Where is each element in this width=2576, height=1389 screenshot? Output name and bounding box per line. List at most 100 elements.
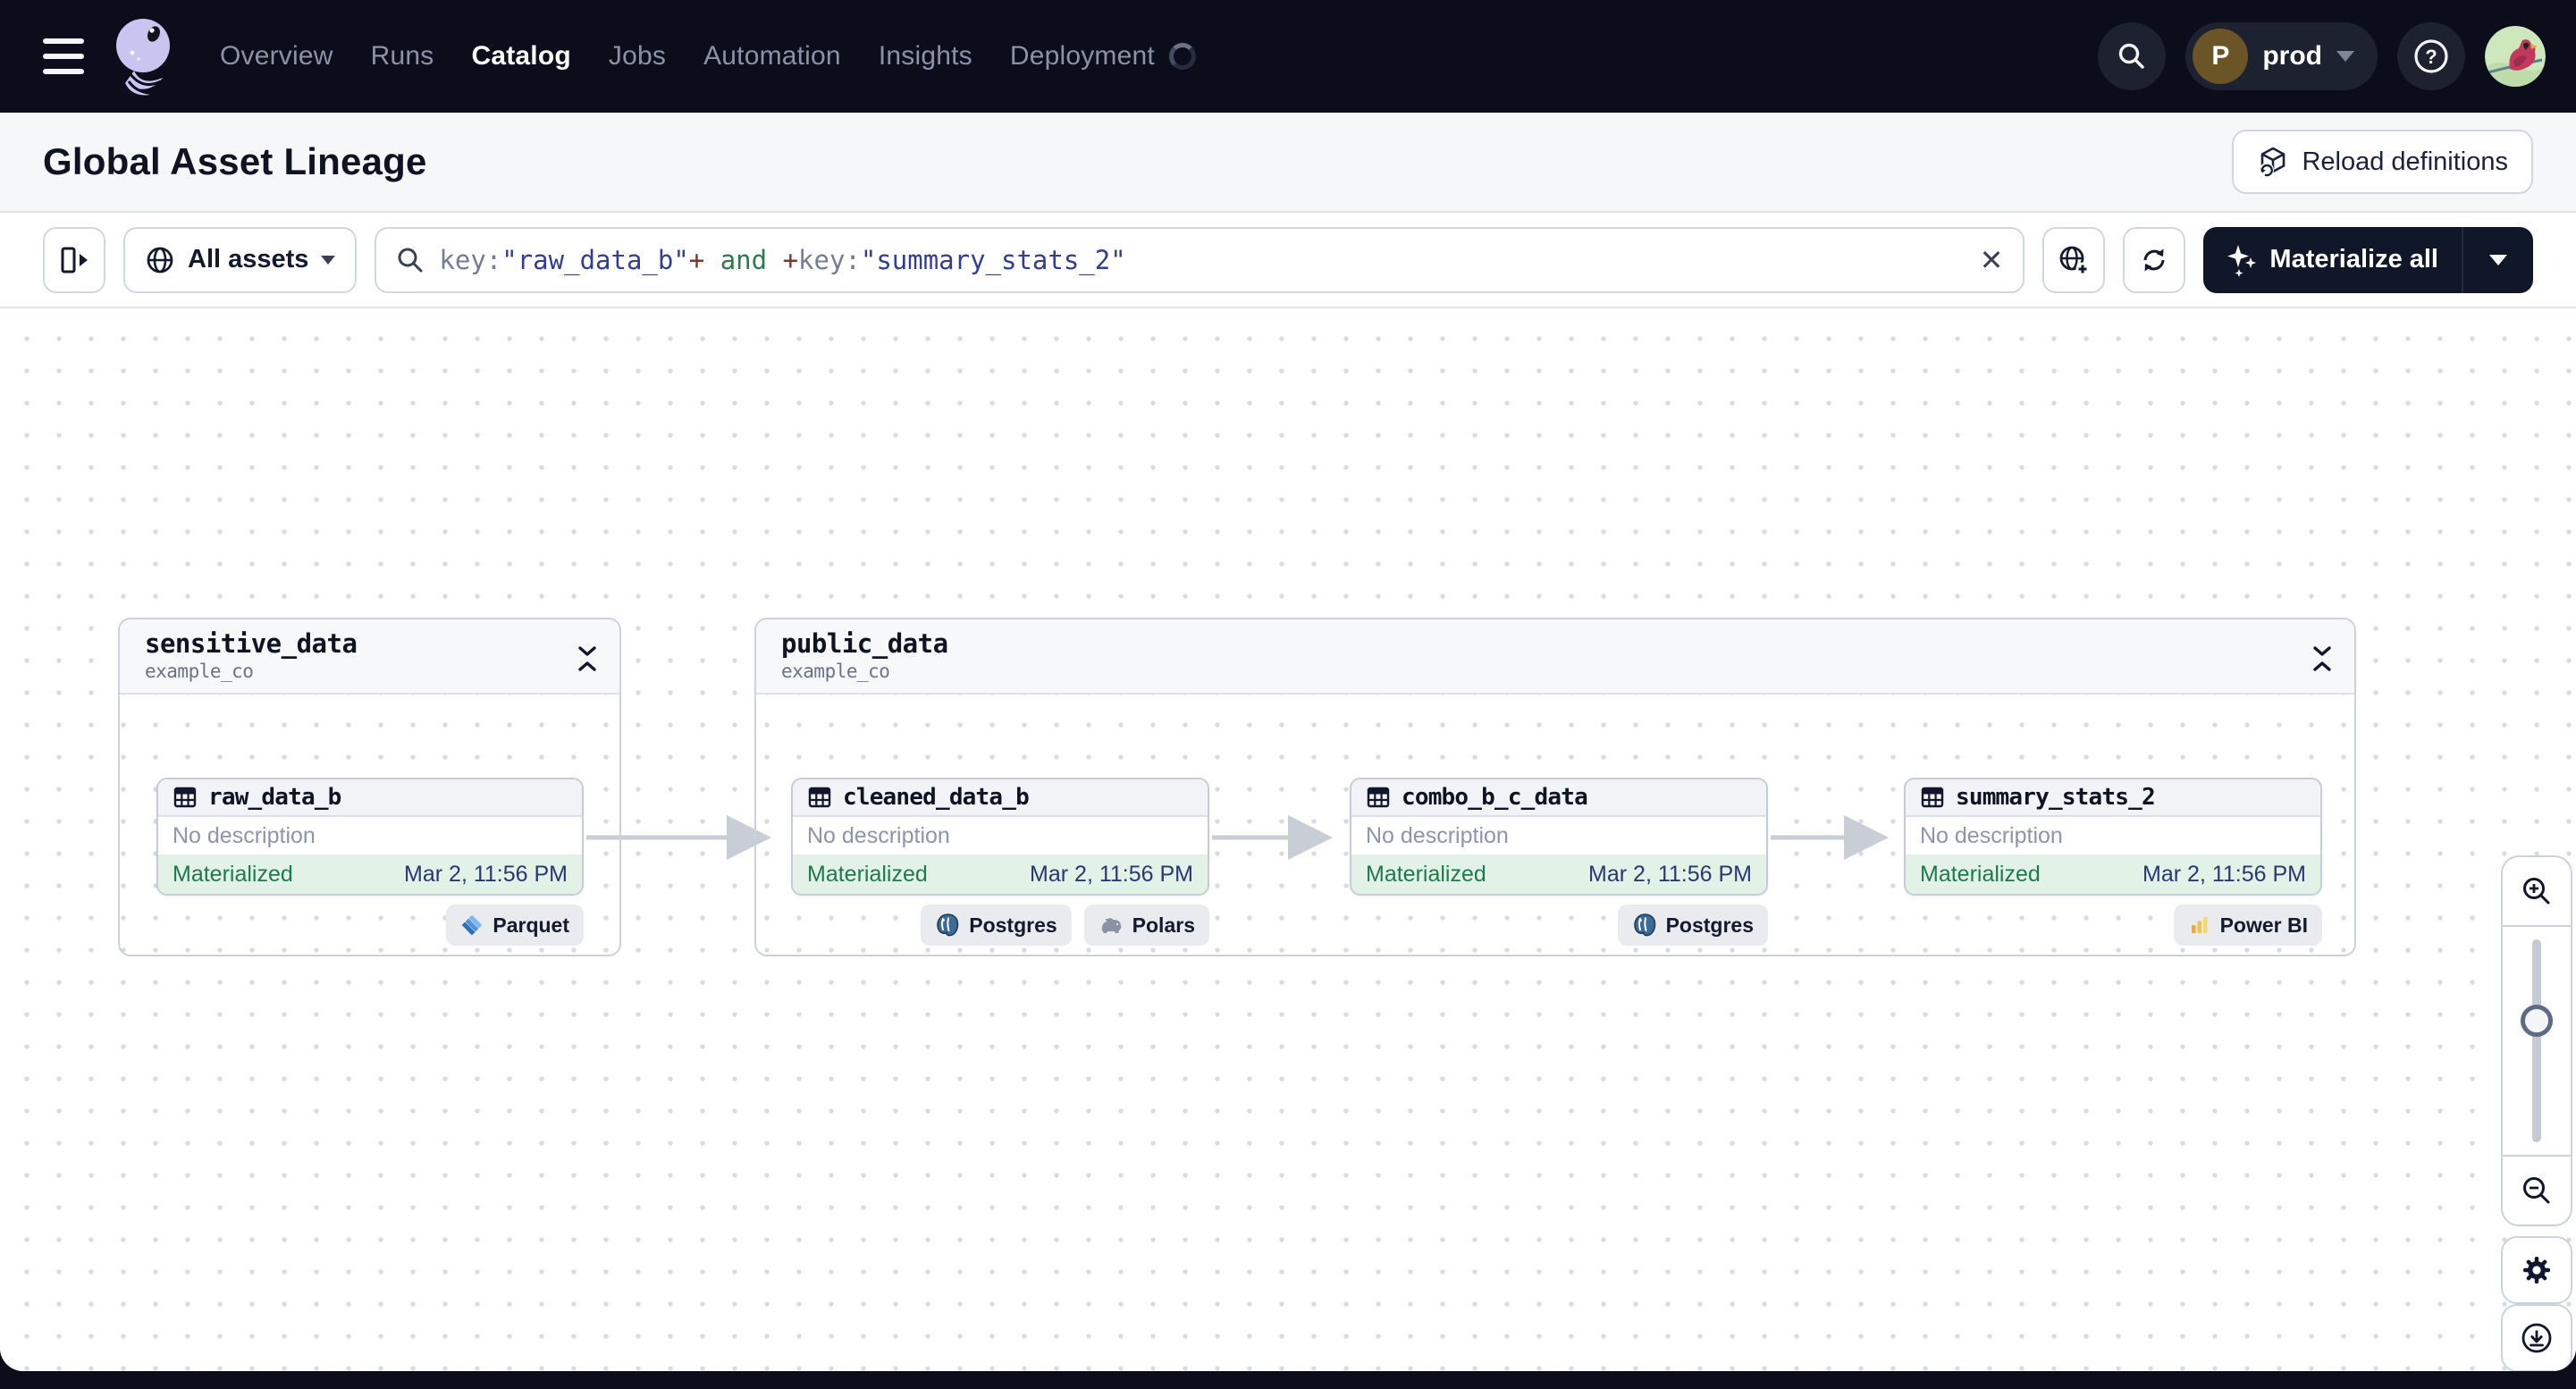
search-icon [398,248,423,272]
top-nav-bar: Overview Runs Catalog Jobs Automation In… [0,0,2576,113]
refresh-button[interactable] [2123,226,2186,293]
environment-name: prod [2262,41,2322,71]
nav-item-catalog[interactable]: Catalog [471,41,570,72]
asset-name: raw_data_b [208,784,341,811]
global-search-button[interactable] [2098,22,2167,90]
bird-avatar-image [2485,26,2546,87]
asset-node-summary-stats-2[interactable]: summary_stats_2 No description Materiali… [1904,778,2322,896]
asset-status: Materialized [807,861,928,887]
table-icon [173,787,197,808]
page-title: Global Asset Lineage [43,140,427,182]
collapse-group-icon[interactable] [571,641,603,677]
refresh-icon [2143,248,2165,271]
graph-settings-button[interactable] [2501,1236,2572,1304]
asset-node-combo-b-c-data[interactable]: combo_b_c_data No description Materializ… [1350,778,1768,896]
asset-status-bar: Materialized Mar 2, 11:56 PM [793,854,1208,894]
zoom-slider-thumb[interactable] [2521,1005,2553,1037]
zoom-out-button[interactable] [2503,1155,2571,1225]
download-icon [2521,1323,2552,1353]
reload-cube-icon [2260,147,2286,177]
asset-node-header: summary_stats_2 [1906,779,2320,817]
asset-node-raw-data-b[interactable]: raw_data_b No description Materialized M… [156,778,584,896]
user-avatar[interactable] [2485,26,2546,87]
chevron-down-icon [321,255,336,265]
nav-item-deployment[interactable]: Deployment [1010,41,1196,72]
materialize-all-button[interactable]: Materialize all [2203,226,2533,293]
postgres-icon [1633,913,1655,937]
table-icon [1921,787,1944,808]
menu-hamburger-icon[interactable] [43,38,84,74]
asset-node-header: combo_b_c_data [1351,779,1766,817]
panel-expand-icon [61,247,88,273]
tag-label: Power BI [2219,913,2308,937]
tag-parquet[interactable]: Parquet [446,905,584,946]
lineage-toolbar: All assets key:"raw_data_b"+ and +key:"s… [0,213,2576,308]
dagster-logo-icon[interactable] [107,15,177,97]
collapse-group-icon[interactable] [2306,641,2338,677]
environment-switcher[interactable]: P prod [2185,22,2378,90]
group-header: public_data example_co [756,619,2354,694]
asset-node-header: cleaned_data_b [793,779,1208,817]
open-sidebar-button[interactable] [43,226,105,293]
query-text: key:"raw_data_b"+ and +key:"summary_stat… [439,244,1126,275]
asset-search-input[interactable]: key:"raw_data_b"+ and +key:"summary_stat… [375,226,2025,293]
nav-item-insights[interactable]: Insights [879,41,972,72]
gear-icon [2523,1257,2550,1284]
materialize-options-caret[interactable] [2462,226,2533,293]
asset-name: summary_stats_2 [1956,784,2156,811]
asset-status-bar: Materialized Mar 2, 11:56 PM [158,854,582,894]
clear-search-button[interactable]: ✕ [1980,246,2004,274]
tag-power-bi[interactable]: Power BI [2173,905,2322,946]
asset-tags-raw-data-b: Parquet [446,905,584,946]
asset-description: No description [1366,823,1509,848]
zoom-slider[interactable] [2503,927,2571,1155]
loading-spinner-icon [1168,43,1196,70]
nav-item-automation[interactable]: Automation [703,41,841,72]
postgres-icon [937,913,959,937]
zoom-slider-track[interactable] [2532,939,2541,1142]
power-bi-icon [2191,917,2208,933]
asset-timestamp: Mar 2, 11:56 PM [1030,861,1193,887]
asset-node-cleaned-data-b[interactable]: cleaned_data_b No description Materializ… [791,778,1209,896]
chevron-down-icon [2489,254,2507,265]
materialize-all-main[interactable]: Materialize all [2203,227,2462,293]
materialize-all-label: Materialize all [2269,245,2438,274]
asset-status: Materialized [1920,861,2041,887]
asset-scope-dropdown[interactable]: All assets [123,226,358,293]
table-icon [1367,787,1390,808]
reload-definitions-button[interactable]: Reload definitions [2232,130,2533,194]
asset-name: cleaned_data_b [843,784,1030,811]
sparkles-icon [2227,244,2257,277]
asset-scope-label: All assets [188,245,309,274]
nav-links: Overview Runs Catalog Jobs Automation In… [220,41,1196,72]
asset-tags-combo-b-c-data: Postgres [1617,905,1768,946]
nav-item-overview[interactable]: Overview [220,41,333,72]
asset-tags-summary-stats-2: Power BI [2173,905,2322,946]
tag-polars[interactable]: Polars [1083,905,1209,946]
svg-text:?: ? [2425,46,2437,68]
asset-timestamp: Mar 2, 11:56 PM [404,861,568,887]
asset-timestamp: Mar 2, 11:56 PM [2142,861,2306,887]
tag-label: Postgres [1665,913,1754,937]
tag-postgres[interactable]: Postgres [921,905,1072,946]
download-image-button[interactable] [2501,1304,2572,1371]
asset-node-header: raw_data_b [158,779,582,817]
group-location: example_co [145,661,254,682]
asset-tags-cleaned-data-b: Postgres Polars [921,905,1209,946]
zoom-in-button[interactable] [2503,857,2571,927]
zoom-in-icon [2523,878,2550,905]
asset-description: No description [1920,823,2063,848]
zoom-control-panel [2501,855,2572,1226]
help-button[interactable]: ? [2397,22,2465,90]
tag-postgres[interactable]: Postgres [1617,905,1768,946]
nav-item-jobs[interactable]: Jobs [609,41,666,72]
parquet-icon [462,914,483,936]
save-view-button[interactable] [2042,226,2106,293]
lineage-canvas[interactable]: sensitive_data example_co public_data ex… [0,310,2576,1371]
asset-description: No description [173,823,316,848]
table-icon [808,787,831,808]
chevron-down-icon [2336,51,2354,62]
nav-item-runs[interactable]: Runs [371,41,434,72]
polars-icon [1101,918,1121,933]
tag-label: Postgres [969,913,1057,937]
